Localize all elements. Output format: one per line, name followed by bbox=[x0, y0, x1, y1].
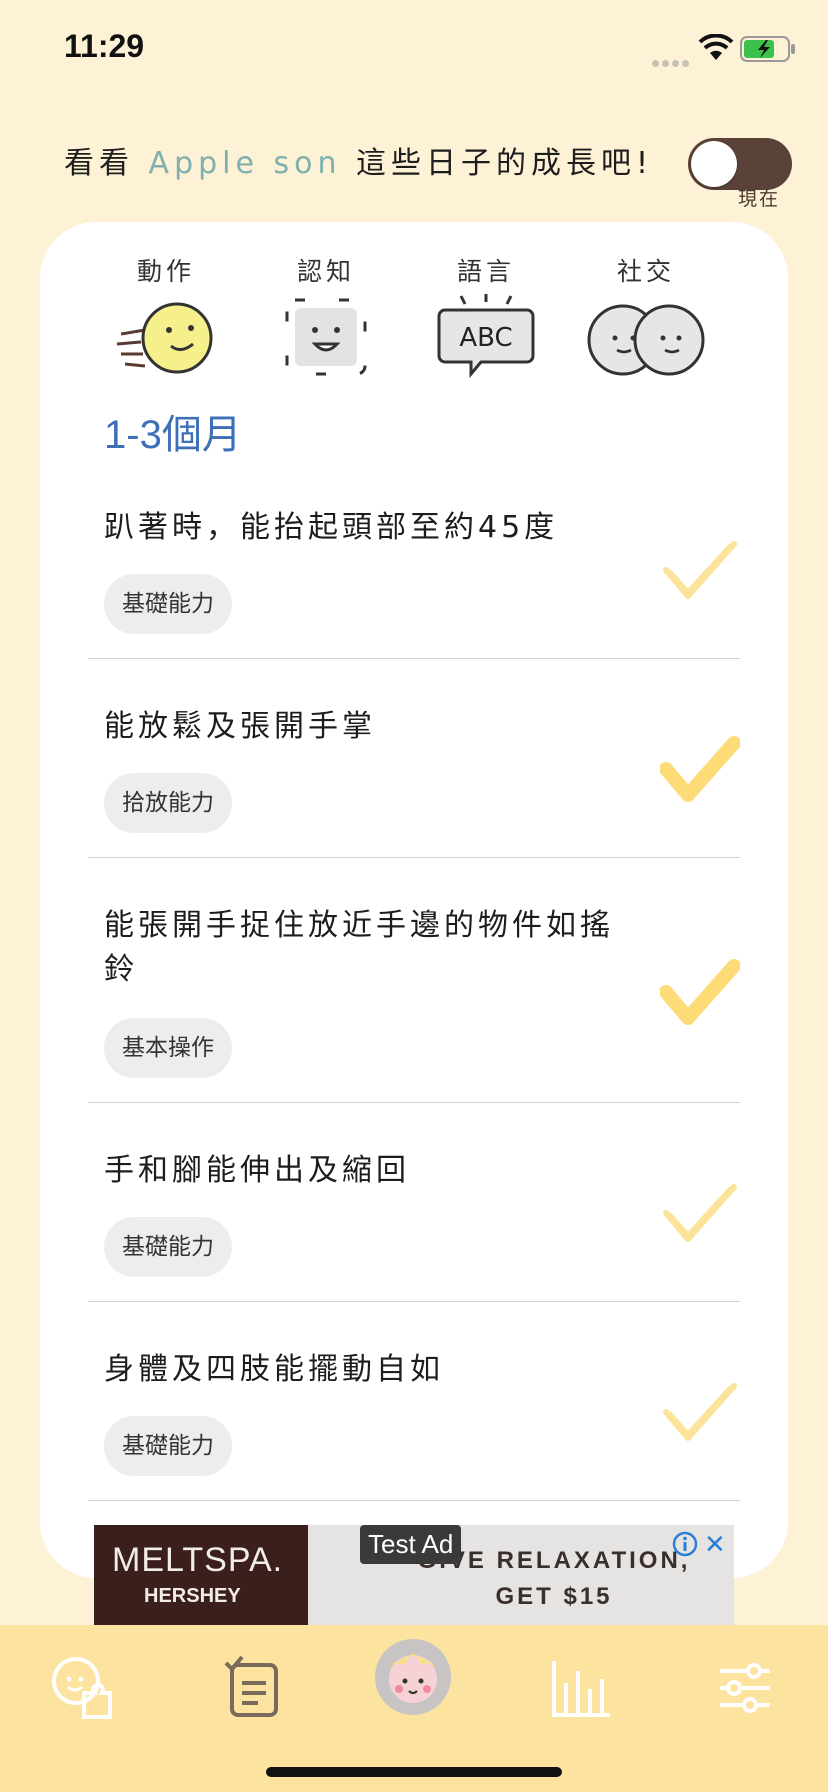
header-prefix: 看看 bbox=[64, 146, 134, 181]
tab-statistics[interactable] bbox=[536, 1643, 626, 1733]
bar-chart-icon bbox=[552, 1661, 610, 1717]
milestone-text: 能張開手捉住放近手邊的物件如搖鈴 bbox=[104, 908, 614, 987]
toggle-knob bbox=[691, 141, 737, 187]
ad-info-icon[interactable] bbox=[672, 1531, 698, 1557]
check-outline-icon[interactable] bbox=[660, 536, 740, 606]
milestone-tag: 拾放能力 bbox=[104, 773, 232, 833]
milestone-item[interactable]: 能放鬆及張開手掌 拾放能力 bbox=[88, 659, 740, 858]
test-ad-badge: Test Ad bbox=[360, 1525, 462, 1564]
milestone-text: 身體及四肢能擺動自如 bbox=[104, 1352, 444, 1387]
milestone-tag: 基本操作 bbox=[104, 1018, 232, 1078]
two-faces-icon bbox=[587, 304, 705, 376]
header-suffix: 這些日子的成長吧! bbox=[356, 146, 654, 181]
baby-avatar-icon bbox=[389, 1653, 437, 1703]
milestone-tag: 基礎能力 bbox=[104, 574, 232, 634]
category-label: 認知 bbox=[296, 257, 355, 286]
ad-banner[interactable]: MELTSPA. HERSHEY GIVE RELAXATION, GET $1… bbox=[94, 1525, 734, 1625]
milestone-list: 趴著時，能抬起頭部至約45度 基礎能力 能放鬆及張開手掌 拾放能力 能張開手捉住… bbox=[88, 460, 740, 1501]
category-label: 語言 bbox=[456, 257, 515, 286]
header-title: 看看 Apple son 這些日子的成長吧! bbox=[64, 138, 653, 182]
milestone-card: 動作 認知 語言 ABC 社交 1-3個月 趴著時，能抬起頭部至約45度 基礎能… bbox=[40, 222, 788, 1578]
tab-milestones[interactable] bbox=[38, 1643, 128, 1733]
check-filled-icon[interactable] bbox=[660, 735, 740, 805]
milestone-text: 趴著時，能抬起頭部至約45度 bbox=[104, 510, 559, 545]
check-filled-icon[interactable] bbox=[660, 958, 740, 1028]
cellular-signal-icon bbox=[652, 52, 696, 67]
milestone-item[interactable]: 趴著時，能抬起頭部至約45度 基礎能力 bbox=[88, 460, 740, 659]
ad-text-line2: GET $15 bbox=[495, 1583, 613, 1610]
age-range-heading: 1-3個月 bbox=[104, 413, 242, 457]
abc-speech-icon: ABC bbox=[437, 294, 535, 379]
milestone-item[interactable]: 身體及四肢能擺動自如 基礎能力 bbox=[88, 1302, 740, 1501]
wifi-icon bbox=[698, 34, 734, 60]
category-language[interactable]: 語言 ABC bbox=[416, 252, 556, 380]
child-name: Apple son bbox=[148, 146, 342, 181]
check-outline-icon[interactable] bbox=[660, 1179, 740, 1249]
motion-face-icon bbox=[116, 302, 213, 374]
milestone-tag: 基礎能力 bbox=[104, 1416, 232, 1476]
check-outline-icon[interactable] bbox=[660, 1378, 740, 1448]
now-toggle[interactable] bbox=[688, 138, 792, 190]
category-label: 社交 bbox=[616, 257, 675, 286]
svg-text:ABC: ABC bbox=[459, 323, 512, 353]
milestone-item[interactable]: 能張開手捉住放近手邊的物件如搖鈴 基本操作 bbox=[88, 858, 740, 1103]
ad-brand-panel: MELTSPA. HERSHEY bbox=[94, 1525, 308, 1625]
category-label: 動作 bbox=[136, 257, 195, 286]
milestone-text: 手和腳能伸出及縮回 bbox=[104, 1153, 410, 1188]
status-bar: 11:29 bbox=[0, 0, 828, 100]
ad-brand: MELTSPA. bbox=[112, 1541, 284, 1579]
tab-profile[interactable] bbox=[375, 1639, 451, 1715]
toggle-label: 現在 bbox=[738, 188, 781, 210]
tab-records[interactable] bbox=[208, 1643, 298, 1733]
settings-sliders-icon bbox=[720, 1663, 770, 1713]
milestone-tag: 基礎能力 bbox=[104, 1217, 232, 1277]
category-social[interactable]: 社交 bbox=[576, 252, 716, 380]
milestone-text: 能放鬆及張開手掌 bbox=[104, 709, 376, 744]
category-motion[interactable]: 動作 bbox=[96, 252, 236, 380]
checklist-icon bbox=[224, 1655, 278, 1717]
tab-settings[interactable] bbox=[700, 1643, 790, 1733]
status-time: 11:29 bbox=[64, 28, 145, 64]
category-cognition[interactable]: 認知 bbox=[256, 252, 396, 380]
ad-brand-sub: HERSHEY bbox=[144, 1585, 241, 1607]
home-indicator bbox=[266, 1767, 562, 1777]
milestone-item[interactable]: 手和腳能伸出及縮回 基礎能力 bbox=[88, 1103, 740, 1302]
battery-icon bbox=[740, 36, 795, 62]
puzzle-face-icon bbox=[52, 1657, 112, 1719]
ad-close-icon[interactable]: ✕ bbox=[704, 1529, 726, 1560]
cognition-face-icon bbox=[285, 298, 367, 376]
